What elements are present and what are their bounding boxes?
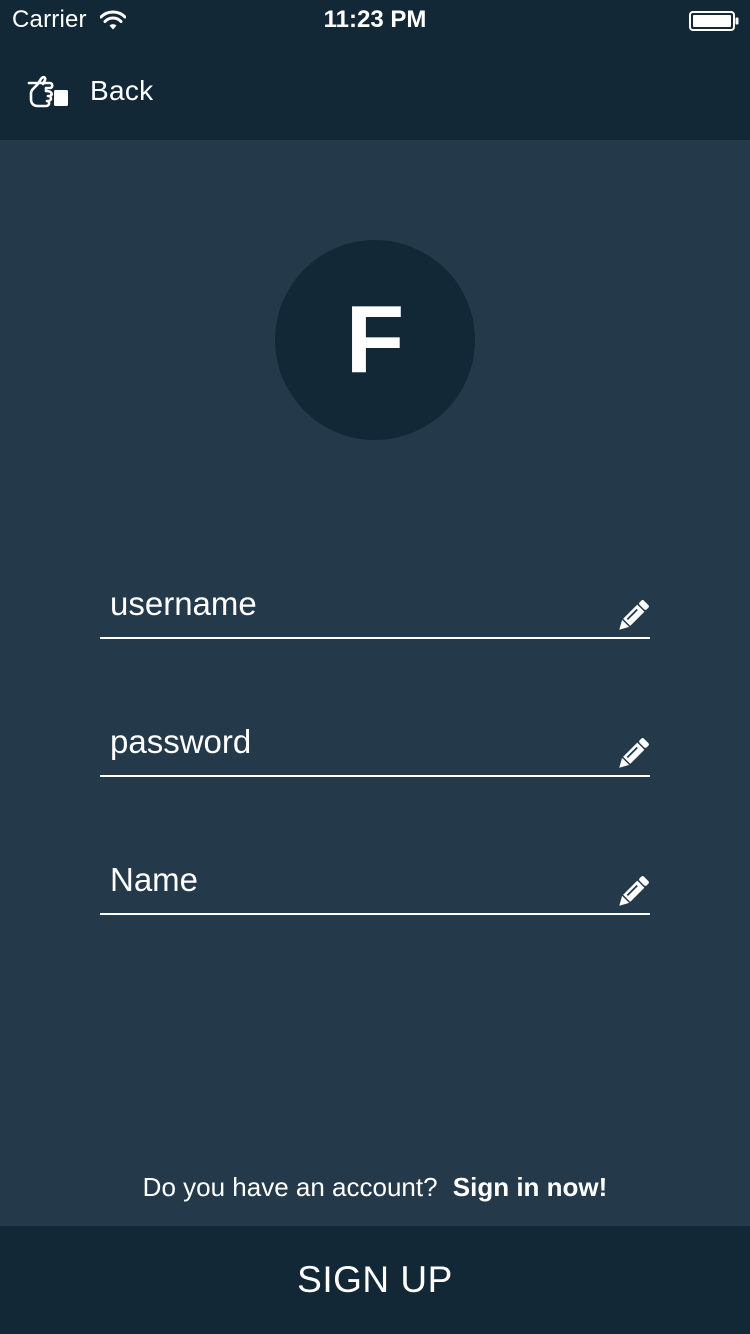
status-bar: Carrier 11:23 PM — [0, 0, 750, 40]
password-input[interactable] — [110, 719, 600, 765]
pointing-hand-icon — [27, 75, 68, 108]
password-field-container — [100, 715, 650, 777]
username-input[interactable] — [110, 581, 600, 627]
status-time: 11:23 PM — [323, 6, 427, 33]
pencil-icon — [619, 738, 649, 768]
pencil-icon — [619, 600, 649, 630]
name-field-container — [100, 853, 650, 915]
account-prompt-text: Do you have an account? — [142, 1172, 438, 1202]
username-field-container — [100, 577, 650, 639]
navigation-bar: Carrier 11:23 PM Back — [0, 0, 750, 140]
back-label: Back — [90, 75, 154, 106]
sign-in-link[interactable]: Sign in now! — [453, 1172, 608, 1202]
battery-icon — [689, 11, 739, 31]
name-input[interactable] — [110, 857, 600, 903]
back-button[interactable]: Back — [26, 66, 153, 116]
account-prompt-line: Do you have an account? Sign in now! — [0, 1172, 750, 1203]
app-logo-avatar: F — [275, 240, 475, 440]
sign-up-button[interactable]: SIGN UP — [0, 1226, 750, 1334]
pencil-icon — [619, 876, 649, 906]
